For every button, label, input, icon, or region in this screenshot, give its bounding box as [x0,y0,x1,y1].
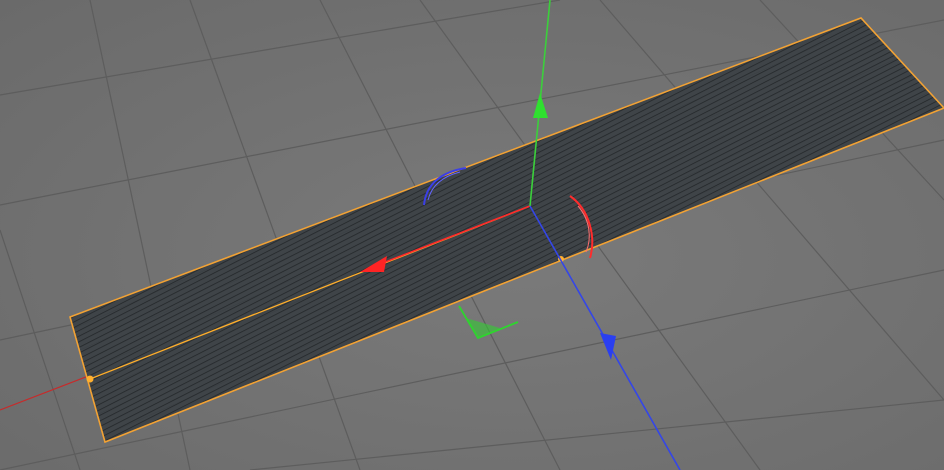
plane-object[interactable] [69,17,944,444]
pivot-point-left[interactable] [86,375,94,383]
z-axis-arrow-icon[interactable] [600,333,616,360]
viewport-scene[interactable] [0,0,944,470]
y-axis-arrow-icon[interactable] [533,93,548,118]
3d-viewport[interactable] [0,0,944,470]
plane-mesh-overlay [70,18,944,442]
